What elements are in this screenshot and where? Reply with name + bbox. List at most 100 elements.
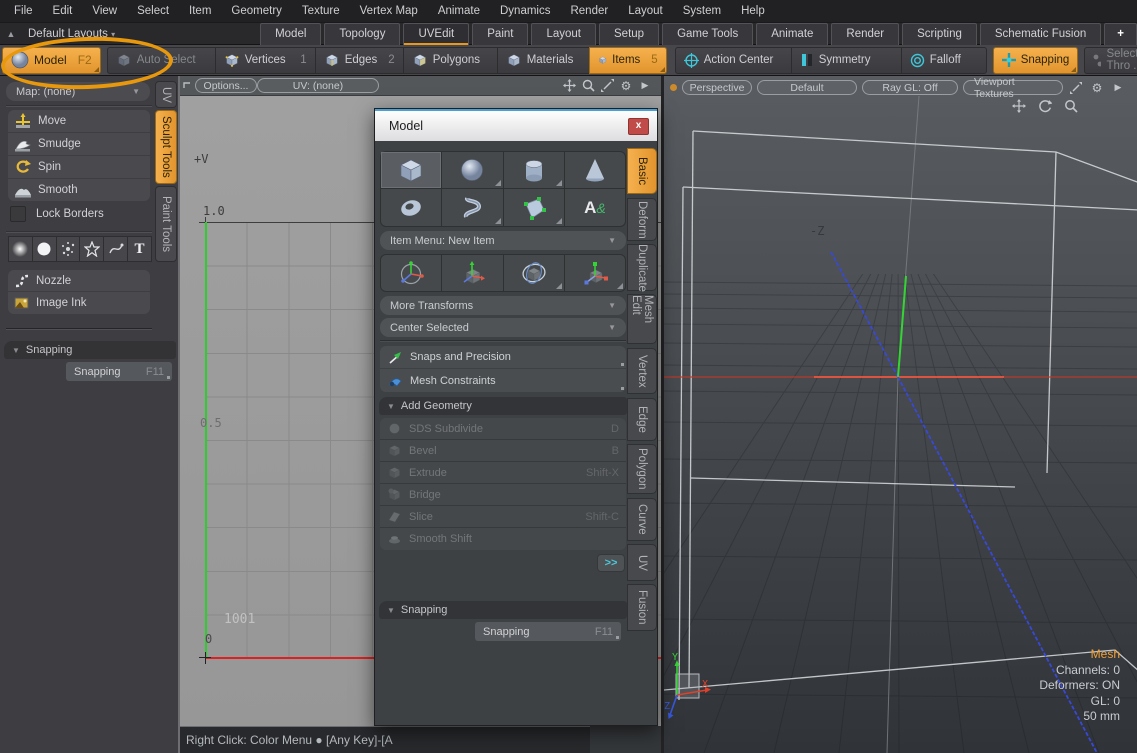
sphere-tool-button[interactable] [442, 152, 503, 188]
model-mode-button[interactable]: Model F2 [2, 47, 101, 74]
sidebar-snapping-button[interactable]: Snapping F11 [66, 362, 172, 381]
layout-tab-uvedit[interactable]: UVEdit [403, 23, 469, 45]
hard-brush-button[interactable] [32, 236, 56, 262]
viewport-textures-button[interactable]: Viewport Textures [963, 80, 1063, 95]
falloff-button[interactable]: Falloff [901, 47, 987, 74]
popup-tab-duplicate[interactable]: Duplicate [627, 244, 657, 291]
procedural-brush-button[interactable] [103, 236, 127, 262]
cone-tool-button[interactable] [565, 152, 625, 188]
maximize-icon[interactable] [599, 78, 615, 94]
menu-render[interactable]: Render [560, 0, 618, 23]
layout-tab-animate[interactable]: Animate [756, 23, 828, 45]
menu-animate[interactable]: Animate [428, 0, 490, 23]
ray-gl-button[interactable]: Ray GL: Off [862, 80, 958, 95]
popup-tab-polygon[interactable]: Polygon [627, 444, 657, 494]
nozzle-button[interactable]: Nozzle [8, 270, 150, 291]
pan-icon[interactable] [561, 78, 577, 94]
auto-select-button[interactable]: Auto Select [107, 47, 215, 74]
menu-item[interactable]: Item [179, 0, 221, 23]
select-through-button[interactable]: Select Thro ... [1084, 47, 1137, 74]
menu-texture[interactable]: Texture [292, 0, 350, 23]
popup-tab-edge[interactable]: Edge [627, 398, 657, 441]
menu-geometry[interactable]: Geometry [221, 0, 292, 23]
slice-button[interactable]: Slice Shift-C [380, 506, 626, 528]
smooth-shift-button[interactable]: Smooth Shift [380, 528, 626, 550]
symmetry-button[interactable]: Symmetry [791, 47, 901, 74]
close-button[interactable]: x [628, 118, 649, 135]
window-title-bar[interactable]: Model x [375, 111, 657, 141]
viewport-projection-button[interactable]: Perspective [682, 80, 752, 95]
maximize-icon[interactable] [1068, 80, 1084, 96]
popup-snapping-button[interactable]: Snapping F11 [475, 622, 621, 641]
popup-tab-deform[interactable]: Deform [627, 198, 657, 241]
sds-subdivide-button[interactable]: SDS Subdivide D [380, 418, 626, 440]
uv-options-button[interactable]: Options... [195, 78, 257, 93]
tool-smudge-button[interactable]: Smudge [8, 133, 150, 155]
tool-move-button[interactable]: Move [8, 110, 150, 132]
popup-snapping-section-header[interactable]: ▼ Snapping [379, 601, 627, 619]
menu-edit[interactable]: Edit [43, 0, 83, 23]
mesh-constraints-button[interactable]: Mesh Constraints [380, 369, 626, 392]
panel-expand-arrow-icon[interactable]: ▶ [637, 78, 653, 94]
uv-map-button[interactable]: UV: (none) [257, 78, 379, 93]
move-tool-button[interactable] [442, 255, 503, 291]
pen-polygon-tool-button[interactable] [504, 189, 565, 226]
layout-tab-scripting[interactable]: Scripting [902, 23, 977, 45]
layout-switcher[interactable]: Default Layouts ▾ [28, 28, 115, 40]
center-selected-dropdown[interactable]: Center Selected ▼ [380, 318, 626, 337]
menu-select[interactable]: Select [127, 0, 179, 23]
menu-system[interactable]: System [673, 0, 731, 23]
map-dropdown[interactable]: Map: (none) ▼ [6, 82, 150, 101]
layout-tab-model[interactable]: Model [260, 23, 321, 45]
viewport-shading-button[interactable]: Default [757, 80, 857, 95]
sidebar-tab-paint-tools[interactable]: Paint Tools [155, 186, 177, 262]
items-mode-button[interactable]: Items 5 [589, 47, 667, 74]
torus-tool-button[interactable] [381, 189, 442, 226]
spray-brush-button[interactable] [56, 236, 80, 262]
lock-borders-checkbox[interactable] [10, 206, 26, 222]
orbit-icon[interactable] [1037, 98, 1053, 114]
bevel-button[interactable]: Bevel B [380, 440, 626, 462]
vertices-mode-button[interactable]: Vertices 1 [215, 47, 315, 74]
layout-tab-layout[interactable]: Layout [531, 23, 596, 45]
cube-tool-button[interactable] [381, 152, 442, 188]
extrude-button[interactable]: Extrude Shift-X [380, 462, 626, 484]
zoom-icon[interactable] [580, 78, 596, 94]
menu-help[interactable]: Help [731, 0, 775, 23]
layout-tab-setup[interactable]: Setup [599, 23, 659, 45]
popup-tab-vertex[interactable]: Vertex [627, 348, 657, 394]
layout-tab-paint[interactable]: Paint [472, 23, 528, 45]
popup-tab-uv[interactable]: UV [627, 544, 657, 581]
gear-icon[interactable]: ⚙ [1089, 80, 1105, 96]
tool-smooth-button[interactable]: Smooth [8, 179, 150, 201]
popup-tab-fusion[interactable]: Fusion [627, 584, 657, 631]
zoom-icon[interactable] [1063, 98, 1079, 114]
panel-expand-arrow-icon[interactable]: ▶ [1110, 80, 1126, 96]
layout-tab-topology[interactable]: Topology [324, 23, 400, 45]
perspective-viewport[interactable]: Y X Z -Z Perspective Default Ray GL: Off… [661, 76, 1137, 753]
add-layout-tab-button[interactable]: + [1104, 23, 1137, 45]
image-ink-button[interactable]: Image Ink [8, 292, 150, 314]
menu-dynamics[interactable]: Dynamics [490, 0, 560, 23]
rotate-tool-button[interactable] [504, 255, 565, 291]
more-tools-button[interactable]: >> [597, 554, 625, 572]
sidebar-tab-uv[interactable]: UV [155, 81, 177, 108]
more-transforms-dropdown[interactable]: More Transforms ▼ [380, 296, 626, 315]
snapping-toggle-button[interactable]: Snapping [993, 47, 1079, 74]
model-palette-window[interactable]: Model x A & Item Menu: New Item ▼ [374, 108, 658, 726]
menu-file[interactable]: File [4, 0, 43, 23]
layout-tab-schematic-fusion[interactable]: Schematic Fusion [980, 23, 1101, 45]
spiral-tool-button[interactable] [442, 189, 503, 226]
action-center-button[interactable]: Action Center [675, 47, 791, 74]
gear-icon[interactable]: ⚙ [618, 78, 634, 94]
tool-spin-button[interactable]: Spin [8, 156, 150, 178]
text-tool-button[interactable]: A & [565, 189, 625, 226]
cylinder-tool-button[interactable] [504, 152, 565, 188]
menu-vertex-map[interactable]: Vertex Map [350, 0, 428, 23]
snapping-section-header[interactable]: ▼ Snapping [4, 341, 176, 359]
panel-corner-icon[interactable] [183, 81, 193, 91]
pin-layout-icon[interactable]: ▲ [0, 29, 22, 39]
popup-tab-mesh-edit[interactable]: Mesh Edit [627, 294, 657, 344]
text-brush-button[interactable]: T [127, 236, 152, 262]
popup-tab-basic[interactable]: Basic [627, 148, 657, 194]
